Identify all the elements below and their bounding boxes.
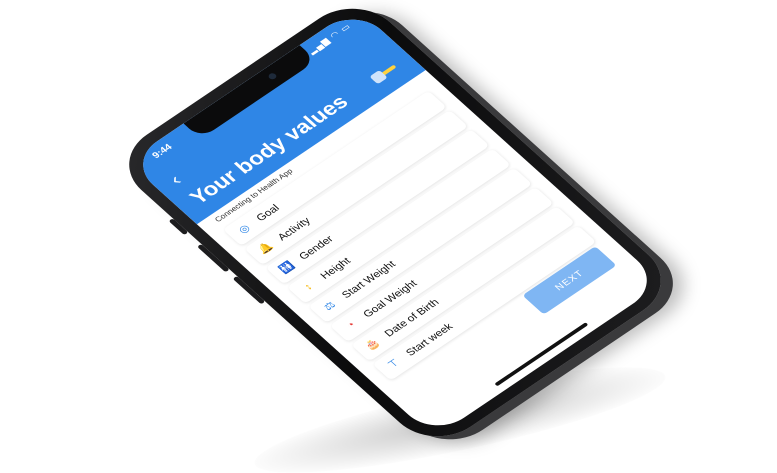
target-icon: ◎ — [236, 222, 253, 236]
cake-icon: 🎂 — [362, 337, 383, 353]
status-time: 9:44 — [150, 142, 175, 161]
health-sync-toggle[interactable] — [369, 62, 399, 85]
back-button[interactable]: ‹ — [165, 171, 186, 189]
front-camera-icon — [267, 72, 278, 81]
scale-icon: ⚖ — [321, 299, 339, 313]
list-item-label: Height — [318, 255, 354, 282]
calendar-icon: ⊤ — [385, 357, 403, 371]
gauge-icon: ◔ — [344, 319, 359, 332]
gender-icon: 🚻 — [277, 260, 298, 276]
list-item-label: Goal — [254, 202, 283, 224]
ruler-icon: ↕ — [301, 281, 316, 293]
bell-icon: 🔔 — [255, 240, 276, 257]
mockup-stage: 9:44 ▂▄▆ ◠ ▭ ‹ Your body values Connecti… — [0, 0, 777, 473]
